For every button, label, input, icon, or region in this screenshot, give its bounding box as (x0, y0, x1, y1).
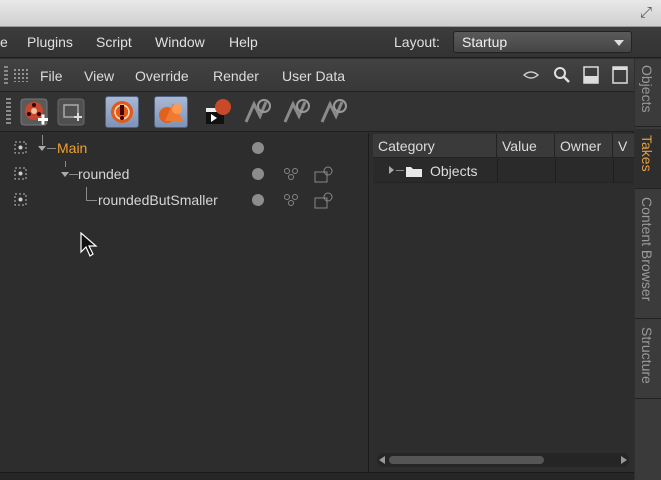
take-select-icon[interactable] (14, 167, 27, 180)
tab-content-browser[interactable]: Content Browser (635, 191, 661, 319)
column-category[interactable]: Category (373, 134, 497, 158)
render-setting-icon[interactable] (313, 190, 335, 210)
override-row-objects[interactable]: Objects (373, 159, 634, 183)
fullscreen-icon[interactable]: ⤢ (637, 4, 655, 22)
layout-dropdown[interactable]: Startup (453, 31, 632, 53)
take-select-icon[interactable] (14, 193, 27, 206)
add-empty-take-button[interactable] (55, 96, 89, 128)
split-view-icon[interactable] (581, 65, 601, 85)
override-category-label: Objects (430, 163, 478, 179)
tree-connector (86, 187, 87, 200)
take-label-main[interactable]: Main (57, 140, 87, 156)
horizontal-scrollbar[interactable] (377, 453, 629, 467)
takes-toolbar (0, 92, 634, 132)
cell-divider (497, 159, 498, 183)
menu-window[interactable]: Window (155, 34, 205, 50)
override-group-icon[interactable] (283, 167, 301, 181)
render-marked-takes-button[interactable] (279, 96, 313, 128)
tree-connector (396, 170, 404, 171)
layout-label: Layout: (394, 34, 440, 50)
lock-overrides-button[interactable] (154, 96, 188, 128)
menu-plugins[interactable]: Plugins (27, 34, 73, 50)
take-label-rounded-but-smaller[interactable]: roundedButSmaller (98, 192, 218, 208)
tab-structure[interactable]: Structure (635, 321, 661, 399)
panel-menu-user-data[interactable]: User Data (282, 68, 345, 84)
bottom-strip (0, 472, 634, 480)
tab-content-browser-label: Content Browser (639, 197, 655, 302)
tree-connector (65, 161, 66, 167)
column-owner[interactable]: Owner (555, 134, 613, 158)
column-value[interactable]: Value (497, 134, 555, 158)
tab-takes-label: Takes (639, 135, 655, 172)
take-label-rounded[interactable]: rounded (78, 166, 129, 182)
column-v[interactable]: V (613, 134, 634, 158)
take-row-rounded-but-smaller[interactable]: roundedButSmaller (0, 187, 369, 213)
search-icon[interactable] (552, 65, 572, 85)
tab-objects-label: Objects (639, 65, 655, 113)
cell-divider (613, 159, 614, 183)
takes-tree: Main rounded roundedButSmaller (0, 133, 369, 480)
tab-objects[interactable]: Objects (635, 59, 661, 127)
scroll-right-icon[interactable] (621, 456, 627, 464)
chevron-down-icon (614, 40, 624, 46)
tab-takes[interactable]: Takes (635, 129, 661, 189)
navigate-icon[interactable] (521, 65, 541, 85)
grip-handle[interactable] (4, 66, 8, 86)
override-group-icon[interactable] (283, 193, 301, 207)
take-check-dot[interactable] (252, 194, 264, 206)
auto-take-button[interactable] (105, 96, 139, 128)
scrollbar-thumb[interactable] (389, 456, 544, 464)
take-check-dot[interactable] (252, 142, 264, 154)
menu-script[interactable]: Script (96, 34, 132, 50)
expand-arrow-icon[interactable] (38, 146, 46, 151)
panel-menu-view[interactable]: View (84, 68, 114, 84)
title-bar: ⤢ (0, 0, 661, 27)
mouse-cursor-icon (80, 232, 98, 257)
render-take-button[interactable] (203, 96, 237, 128)
panel-menu-file[interactable]: File (40, 68, 63, 84)
take-check-dot[interactable] (252, 168, 264, 180)
overrides-panel: Category Value Owner V Objects (373, 133, 634, 480)
expand-arrow-icon[interactable] (61, 172, 69, 177)
grip-handle[interactable] (6, 98, 11, 126)
panel-menubar: File View Override Render User Data (0, 59, 634, 92)
tree-connector (86, 200, 97, 201)
render-child-takes-button[interactable] (316, 96, 350, 128)
take-row-rounded[interactable]: rounded (0, 161, 369, 187)
tab-structure-label: Structure (639, 327, 655, 384)
cell-divider (555, 159, 556, 183)
take-select-icon[interactable] (14, 141, 27, 154)
layout-dropdown-value: Startup (462, 34, 508, 50)
menu-help[interactable]: Help (229, 34, 258, 50)
scroll-left-icon[interactable] (379, 456, 385, 464)
folder-icon (406, 167, 422, 177)
main-menubar: e Plugins Script Window Help Layout: Sta… (0, 27, 661, 76)
panel-menu-render[interactable]: Render (213, 68, 259, 84)
take-manager-panel: File View Override Render User Data Main… (0, 59, 634, 480)
take-row-main[interactable]: Main (0, 135, 369, 161)
add-take-button[interactable] (18, 96, 52, 128)
expand-arrow-icon[interactable] (389, 166, 394, 174)
maximize-panel-icon[interactable] (610, 65, 630, 85)
render-setting-icon[interactable] (313, 164, 335, 184)
menu-edit[interactable]: e (0, 34, 8, 50)
side-tab-strip: Objects Takes Content Browser Structure (635, 59, 661, 480)
overrides-header: Category Value Owner V (373, 134, 634, 158)
render-all-takes-button[interactable] (240, 96, 274, 128)
grid-icon[interactable] (13, 68, 29, 82)
panel-menu-override[interactable]: Override (135, 68, 189, 84)
tree-connector (47, 148, 56, 149)
tree-connector (69, 174, 78, 175)
